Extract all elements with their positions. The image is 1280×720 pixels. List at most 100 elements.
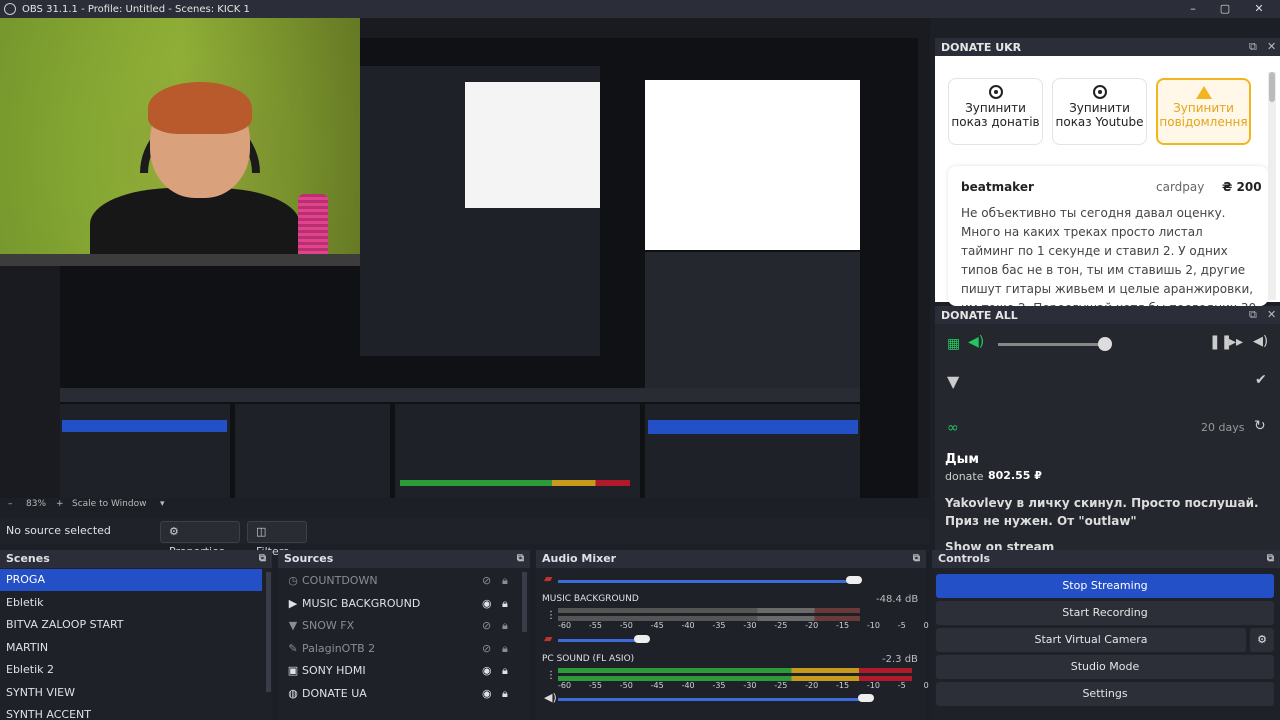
eye-icon[interactable]: ◉ (482, 593, 492, 615)
muted-icon[interactable]: ▰ (544, 572, 552, 585)
webcam-feed (0, 18, 360, 266)
show-on-stream-label[interactable]: Show on stream (945, 540, 1054, 550)
eye-hidden-icon[interactable]: ⊘ (482, 570, 491, 592)
filter-icon: ▼ (288, 619, 298, 632)
source-item[interactable]: ▣ SONY HDMI ◉ 🔒︎ (278, 660, 518, 682)
film-icon[interactable]: ▦ (947, 336, 960, 352)
stop-messages-button[interactable]: Зупинити повідомлення (1156, 78, 1251, 145)
source-item[interactable]: ✎ PalaginOTB 2 ⊘ 🔒︎ (278, 638, 518, 660)
kebab-icon[interactable]: ⋮ (546, 610, 556, 621)
channel-name: PC SOUND (FL ASIO) (542, 654, 635, 664)
stop-streaming-button[interactable]: Stop Streaming (936, 574, 1274, 598)
volume-icon[interactable]: ◀) (968, 334, 984, 350)
nested-controls (645, 404, 860, 498)
filter-icon[interactable]: ▼ (947, 372, 959, 391)
refresh-icon[interactable]: ↻ (1254, 418, 1266, 434)
scene-item[interactable]: SYNTH VIEW (0, 682, 262, 704)
scenes-title: Scenes (6, 552, 50, 565)
scene-item[interactable]: SYNTH ACCENT (0, 704, 262, 720)
scale-mode-dropdown[interactable]: Scale to Window (72, 499, 146, 509)
scrollbar[interactable] (266, 572, 271, 692)
warning-icon (1195, 86, 1212, 99)
volume-slider[interactable] (558, 698, 868, 701)
clock-icon: ◷ (288, 574, 298, 587)
volume-knob[interactable] (846, 576, 862, 584)
speaker-icon[interactable]: ◀) (544, 691, 557, 704)
properties-button[interactable]: ⚙ Properties (160, 521, 240, 558)
undock-icon[interactable]: ⧉ (517, 550, 524, 568)
donor-name: beatmaker (961, 180, 1034, 194)
volume-slider[interactable] (998, 343, 1108, 346)
studio-mode-button[interactable]: Studio Mode (936, 655, 1274, 679)
settings-button[interactable]: Settings (936, 682, 1274, 706)
volume-knob[interactable] (858, 694, 874, 702)
lock-icon[interactable]: 🔒︎ (502, 570, 508, 592)
undock-icon[interactable]: ⧉ (259, 550, 266, 568)
zoom-bar: – 83% + Scale to Window ▾ (0, 498, 930, 512)
minimize-button[interactable]: – (1178, 0, 1208, 18)
lock-icon[interactable]: 🔒︎ (502, 683, 508, 705)
source-toolbar: No source selected ⚙ Properties ◫ Filter… (0, 518, 930, 558)
zoom-out-button[interactable]: – (8, 499, 13, 509)
donation-card: beatmaker cardpay ₴ 200 Не объективно ты… (948, 166, 1268, 334)
start-recording-button[interactable]: Start Recording (936, 601, 1274, 625)
scene-item[interactable]: BITVA ZALOOP START (0, 614, 262, 636)
skip-icon[interactable]: ▸▸ (1229, 334, 1243, 350)
scrollbar[interactable] (522, 572, 527, 632)
nested-donate-panel (465, 82, 600, 208)
lock-icon[interactable]: 🔒︎ (502, 593, 508, 615)
close-button[interactable]: ✕ (1244, 0, 1274, 18)
scene-item[interactable]: PROGA (0, 569, 262, 591)
undock-icon[interactable]: ⧉ (1249, 308, 1257, 322)
lock-icon[interactable]: 🔒︎ (502, 615, 508, 637)
muted-icon[interactable]: ▰ (544, 632, 552, 645)
scene-item[interactable]: MARTIN (0, 637, 262, 659)
volume-knob[interactable] (634, 635, 650, 643)
source-item[interactable]: ◷ COUNTDOWN ⊘ 🔒︎ (278, 570, 518, 592)
nested-meter (400, 480, 630, 486)
scrollbar[interactable] (1268, 72, 1276, 300)
scene-item[interactable]: Ebletik 2 (0, 659, 262, 681)
nested-scene-selected (62, 420, 227, 432)
maximize-button[interactable]: ▢ (1210, 0, 1240, 18)
donation-amount: 802.55 ₽ (988, 469, 1042, 482)
undock-icon[interactable]: ⧉ (1249, 40, 1257, 54)
undock-icon[interactable]: ⧉ (1267, 550, 1274, 568)
kebab-icon[interactable]: ⋮ (546, 670, 556, 681)
close-icon[interactable]: ✕ (1267, 308, 1276, 321)
filters-button[interactable]: ◫ Filters (247, 521, 307, 558)
start-virtual-camera-button[interactable]: Start Virtual Camera (936, 628, 1246, 652)
gear-icon: ⚙ (169, 525, 179, 538)
close-icon[interactable]: ✕ (1267, 40, 1276, 53)
volume-slider[interactable] (558, 580, 858, 583)
lock-icon[interactable]: 🔒︎ (502, 660, 508, 682)
speaker-icon[interactable]: ◀) (1253, 334, 1268, 349)
stop-donations-button[interactable]: Зупинити показ донатів (948, 78, 1043, 145)
donation-amount: ₴ 200 (1222, 180, 1262, 194)
scene-item[interactable]: Ebletik (0, 592, 262, 614)
stop-youtube-button[interactable]: Зупинити показ Youtube (1052, 78, 1147, 145)
virtual-camera-settings-button[interactable]: ⚙ (1250, 628, 1274, 652)
stop-icon (988, 85, 1003, 99)
eye-hidden-icon[interactable]: ⊘ (482, 638, 491, 660)
source-item[interactable]: ▼ SNOW FX ⊘ 🔒︎ (278, 615, 518, 637)
donate-all-dock: DONATE ALL ⧉ ✕ ▦ ◀) ❚❚ ▸▸ ◀) ▼ ✔ ∞ 20 da… (935, 306, 1280, 550)
audio-mixer-dock: Audio Mixer ⧉ ▰ MUSIC BACKGROUND -48.4 dB… (536, 550, 929, 720)
zoom-in-button[interactable]: + (56, 499, 64, 509)
tick-labels: -60 -55 -50 -45 -40 -35 -30 -25 -20 -15 … (558, 621, 929, 630)
nested-donate-all (645, 252, 860, 402)
volume-knob[interactable] (1098, 337, 1112, 351)
eye-hidden-icon[interactable]: ⊘ (482, 615, 491, 637)
sources-dock: Sources ⧉ ◷ COUNTDOWN ⊘ 🔒︎ ▶ MUSIC BACKGROUN… (278, 550, 530, 720)
nested-scenes (60, 404, 230, 498)
check-all-icon[interactable]: ✔ (1255, 372, 1267, 388)
obs-logo-icon (4, 3, 16, 15)
eye-icon[interactable]: ◉ (482, 683, 492, 705)
source-item[interactable]: ◍ DONATE UA ◉ 🔒︎ (278, 683, 518, 705)
donation-source: cardpay (1156, 180, 1205, 194)
source-item[interactable]: ▶ MUSIC BACKGROUND ◉ 🔒︎ (278, 593, 518, 615)
undock-icon[interactable]: ⧉ (913, 550, 920, 568)
eye-icon[interactable]: ◉ (482, 660, 492, 682)
gear-icon: ⚙ (1257, 633, 1267, 646)
lock-icon[interactable]: 🔒︎ (502, 638, 508, 660)
